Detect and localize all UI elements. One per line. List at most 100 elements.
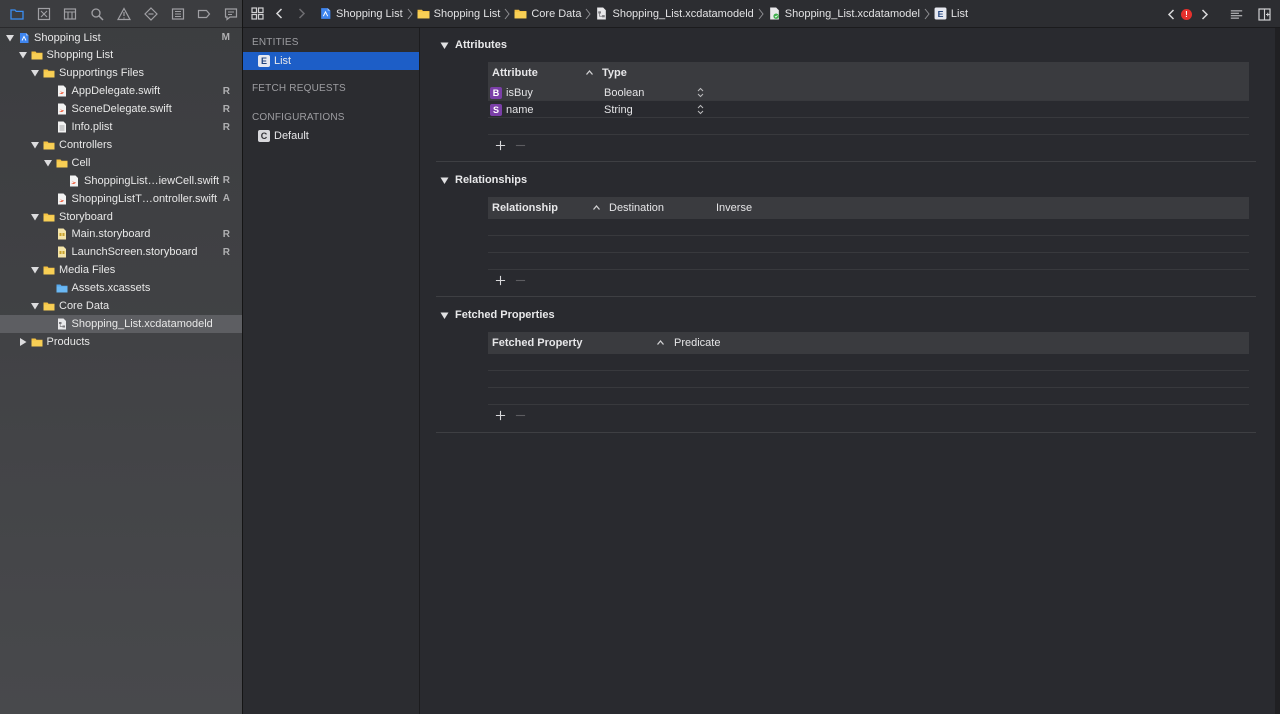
tree-item[interactable]: LaunchScreen.storyboard R <box>0 243 242 261</box>
add-editor-icon[interactable] <box>1254 4 1274 24</box>
tree-item[interactable]: Info.plist R <box>0 118 242 136</box>
fetched-property-column-header[interactable]: Fetched Property <box>492 332 582 354</box>
tree-item[interactable]: Main.storyboard R <box>0 225 242 243</box>
table-row-empty <box>488 371 1249 388</box>
next-issue-chevron-icon[interactable] <box>1194 4 1214 24</box>
popup-stepper-icon[interactable] <box>697 87 704 98</box>
attribute-type-popup[interactable]: Boolean <box>604 84 644 101</box>
breadcrumb-item[interactable]: Shopping List <box>417 7 500 20</box>
attributes-add-remove <box>494 139 526 151</box>
configuration-icon: C <box>258 130 270 142</box>
remove-relationship-button[interactable] <box>514 274 526 286</box>
project-navigator-icon[interactable] <box>6 3 28 25</box>
disclosure-right-icon[interactable] <box>18 337 28 347</box>
sort-ascending-icon[interactable] <box>592 203 601 212</box>
attribute-type-popup[interactable]: String <box>604 101 633 118</box>
tree-item[interactable]: SceneDelegate.swift R <box>0 100 242 118</box>
tree-item[interactable]: Media Files <box>0 261 242 279</box>
add-attribute-button[interactable] <box>494 139 506 151</box>
project-icon <box>18 32 30 44</box>
relationship-column-header[interactable]: Relationship <box>492 197 558 219</box>
disclosure-down-icon[interactable] <box>30 212 40 222</box>
tree-item[interactable]: Storyboard <box>0 208 242 226</box>
tree-item[interactable]: Controllers <box>0 136 242 154</box>
tree-item[interactable]: Core Data <box>0 297 242 315</box>
find-icon[interactable] <box>86 3 108 25</box>
disclosure-down-icon[interactable] <box>30 265 40 275</box>
related-items-icon[interactable] <box>247 4 267 24</box>
disclosure-down-icon[interactable] <box>18 50 28 60</box>
entities-header: ENTITIES <box>252 37 299 48</box>
forward-chevron-icon[interactable] <box>291 4 311 24</box>
tree-item[interactable]: Supportings Files <box>0 64 242 82</box>
sort-ascending-icon[interactable] <box>585 68 594 77</box>
breadcrumb-item[interactable]: Shopping_List.xcdatamodeld <box>595 7 754 20</box>
attributes-section-toggle[interactable]: Attributes <box>440 39 507 51</box>
tree-item[interactable]: AppDelegate.swift R <box>0 82 242 100</box>
tree-item[interactable]: Shopping List M <box>0 29 242 47</box>
relationships-section-toggle[interactable]: Relationships <box>440 174 527 186</box>
remove-attribute-button[interactable] <box>514 139 526 151</box>
source-control-status: R <box>222 121 230 133</box>
issue-badge[interactable]: ! <box>1181 8 1192 20</box>
folder-icon <box>31 49 43 61</box>
test-navigator-icon[interactable] <box>140 3 162 25</box>
attribute-type-badge: S <box>490 103 502 116</box>
popup-stepper-icon[interactable] <box>697 104 704 115</box>
tree-item[interactable]: ShoppingList…iewCell.swift R <box>0 172 242 190</box>
breadcrumb-separator-icon <box>502 7 512 21</box>
entity-icon: E <box>934 7 947 20</box>
attribute-name-cell[interactable]: Sname <box>490 101 534 118</box>
previous-issue-chevron-icon[interactable] <box>1161 4 1181 24</box>
tree-item-label: Supportings Files <box>59 67 144 80</box>
table-row[interactable]: Sname String <box>488 101 1249 118</box>
symbol-navigator-icon[interactable] <box>60 3 82 25</box>
add-relationship-button[interactable] <box>494 274 506 286</box>
tree-item[interactable]: Cell <box>0 154 242 172</box>
destination-column-header[interactable]: Destination <box>609 197 664 219</box>
predicate-column-header[interactable]: Predicate <box>674 332 720 354</box>
navigator-toolbar <box>0 0 242 28</box>
tree-item[interactable]: Products <box>0 333 242 351</box>
folder-icon <box>43 211 55 223</box>
breadcrumb-item[interactable]: Shopping_List.xcdatamodel <box>768 7 920 20</box>
back-chevron-icon[interactable] <box>269 4 289 24</box>
breadcrumb-item[interactable]: Shopping List <box>319 7 403 20</box>
tree-item-label: Storyboard <box>59 210 113 223</box>
swift-file-icon <box>56 103 68 115</box>
editor-options-icon[interactable] <box>1226 4 1246 24</box>
issue-navigator-icon[interactable] <box>113 3 135 25</box>
remove-fetched-property-button[interactable] <box>514 409 526 421</box>
disclosure-down-icon[interactable] <box>5 33 15 43</box>
add-fetched-property-button[interactable] <box>494 409 506 421</box>
disclosure-down-icon[interactable] <box>43 158 53 168</box>
attribute-column-header[interactable]: Attribute <box>492 62 538 84</box>
report-navigator-icon[interactable] <box>220 3 242 25</box>
breakpoint-navigator-icon[interactable] <box>193 3 215 25</box>
debug-navigator-icon[interactable] <box>167 3 189 25</box>
sort-ascending-icon[interactable] <box>656 338 665 347</box>
attributes-rows: BisBuy Boolean Sname String <box>488 84 1249 118</box>
attribute-name-cell[interactable]: BisBuy <box>490 84 533 101</box>
tree-item[interactable]: ShoppingListT…ontroller.swift A <box>0 190 242 208</box>
inverse-column-header[interactable]: Inverse <box>716 197 752 219</box>
table-row[interactable]: BisBuy Boolean <box>488 84 1249 101</box>
type-column-header[interactable]: Type <box>602 62 627 84</box>
tree-item[interactable]: Shopping List <box>0 46 242 64</box>
disclosure-down-icon[interactable] <box>30 140 40 150</box>
tree-item[interactable]: Assets.xcassets <box>0 279 242 297</box>
configuration-row-default[interactable]: C Default <box>243 127 419 145</box>
disclosure-down-icon[interactable] <box>30 301 40 311</box>
breadcrumb-item[interactable]: Core Data <box>514 7 581 20</box>
source-control-icon[interactable] <box>33 3 55 25</box>
disclosure-down-icon[interactable] <box>30 68 40 78</box>
entity-row-list[interactable]: E List <box>243 52 419 70</box>
relationships-title: Relationships <box>455 174 528 186</box>
source-control-status: R <box>222 246 230 258</box>
entity-label: List <box>274 55 292 67</box>
breadcrumb-item[interactable]: E List <box>934 7 968 20</box>
project-icon <box>319 7 332 20</box>
fetched-properties-section-toggle[interactable]: Fetched Properties <box>440 309 555 321</box>
tree-item[interactable]: Shopping_List.xcdatamodeld <box>0 314 242 333</box>
